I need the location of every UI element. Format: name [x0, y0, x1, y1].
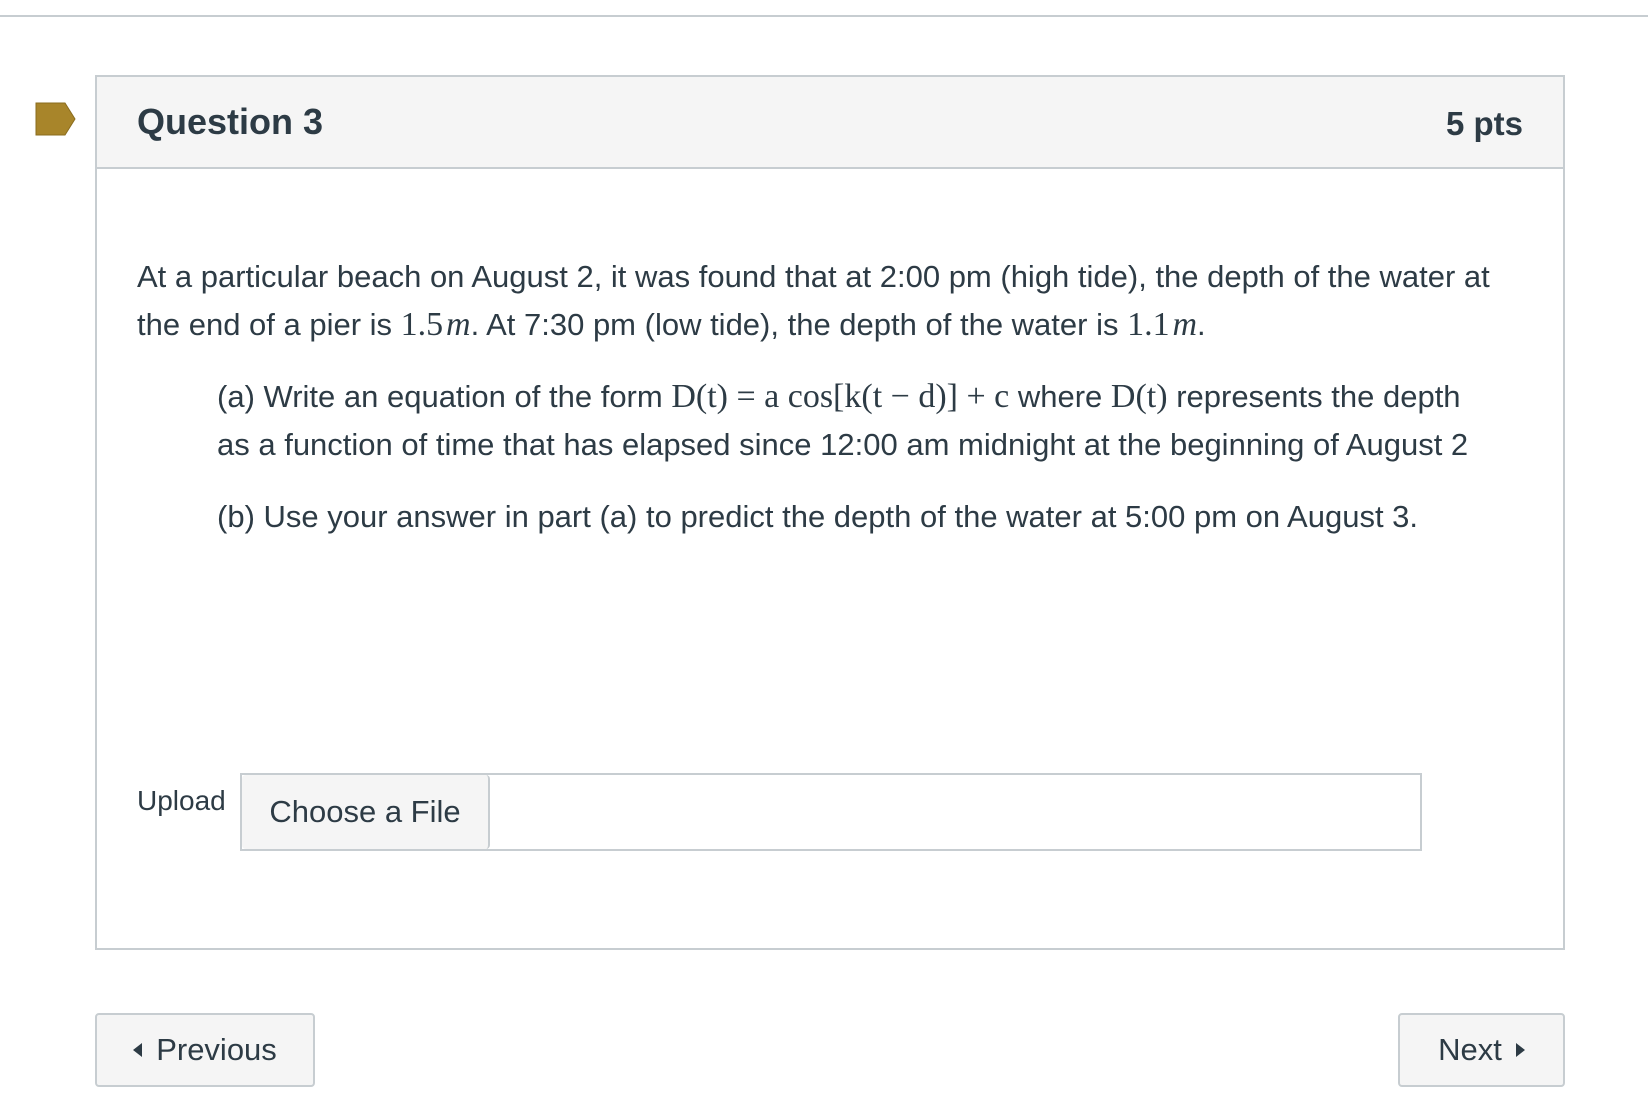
caret-right-icon [1515, 1043, 1525, 1057]
question-header: Question 3 5 pts [97, 77, 1563, 169]
question-text: At a particular beach on August 2, it wa… [137, 253, 1497, 541]
caret-left-icon [133, 1043, 143, 1057]
previous-label: Previous [156, 1032, 277, 1067]
part-b: (b) Use your answer in part (a) to predi… [217, 499, 1419, 534]
question-points: 5 pts [1445, 105, 1523, 142]
question-intro: At a particular beach on August 2, it wa… [137, 253, 1497, 349]
part-a-formula-2: D(t) [1110, 378, 1168, 415]
question-title: Question 3 [137, 101, 324, 142]
part-a-formula: D(t) = a cos[k(t − d)] + c [671, 378, 1010, 415]
upload-label: Upload [137, 785, 226, 816]
file-upload-field[interactable]: Choose a File [240, 773, 1422, 851]
choose-file-button[interactable]: Choose a File [242, 775, 490, 849]
intro-text-2: . At 7:30 pm (low tide), the depth of th… [470, 307, 1128, 342]
part-a-prefix: (a) Write an equation of the form [217, 379, 672, 414]
part-a-mid: where [1009, 379, 1111, 414]
bookmark-flag-icon[interactable] [35, 102, 77, 136]
next-label: Next [1438, 1032, 1502, 1067]
top-divider [0, 15, 1648, 17]
intro-text-3: . [1197, 307, 1206, 342]
intro-value-2: 1.1 m [1127, 306, 1197, 343]
next-button[interactable]: Next [1398, 1013, 1565, 1087]
part-a: (a) Write an equation of the form D(t) =… [217, 373, 1497, 469]
question-card: Question 3 5 pts At a particular beach o… [95, 75, 1565, 950]
previous-button[interactable]: Previous [95, 1013, 315, 1087]
intro-value-1: 1.5 m [400, 306, 471, 343]
